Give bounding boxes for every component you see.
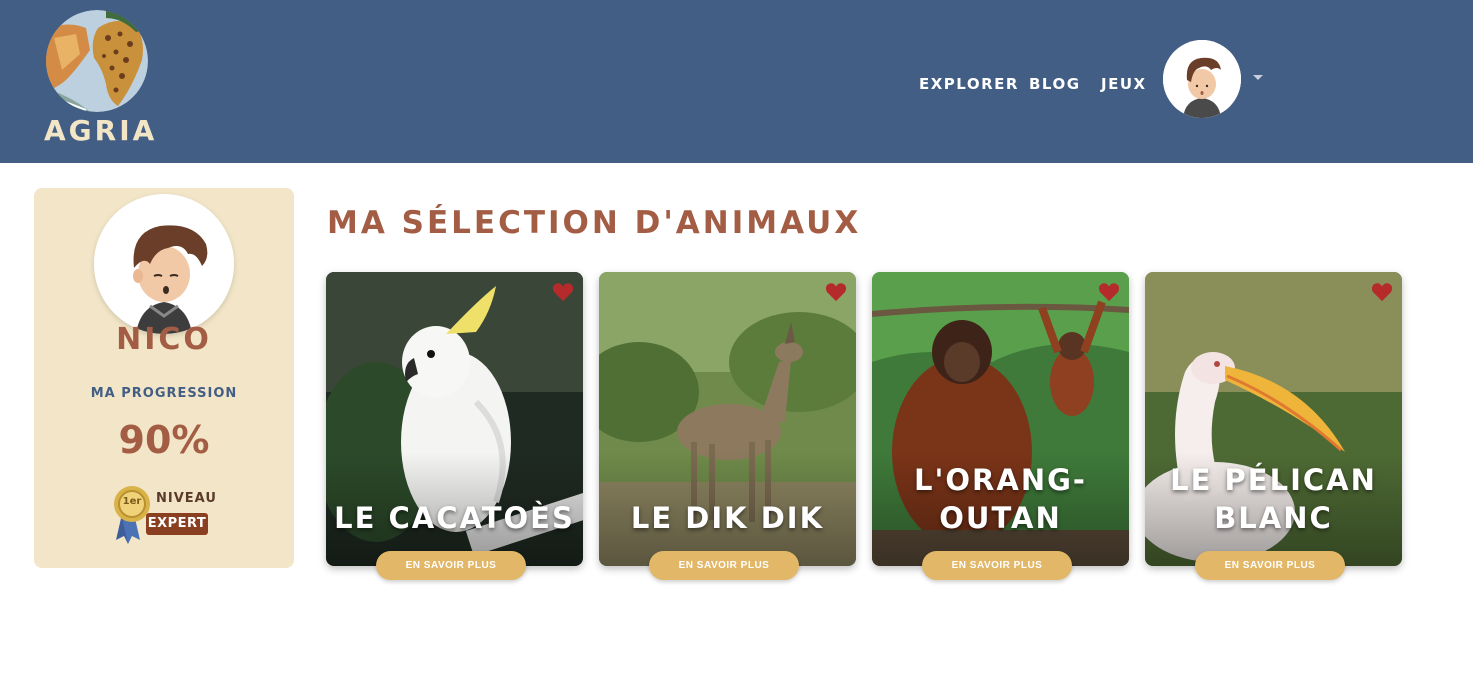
card-title-line2: OUTAN <box>939 501 1062 535</box>
learn-more-button[interactable]: EN SAVOIR PLUS <box>376 551 526 580</box>
profile-avatar-icon <box>94 194 234 334</box>
nav-jeux[interactable]: JEUX <box>1101 75 1147 93</box>
card-title-line1: LE PÉLICAN <box>1170 463 1377 497</box>
progress-value: 90% <box>118 418 210 462</box>
globe-africa-icon <box>46 10 148 112</box>
animal-card[interactable]: LE DIK DIK <box>599 272 856 566</box>
caret-down-icon[interactable] <box>1253 75 1263 80</box>
brand-name: AGRIA <box>44 114 158 147</box>
animal-card[interactable]: LE CACATOÈS <box>326 272 583 566</box>
profile-name: NICO <box>116 322 212 357</box>
user-avatar-icon[interactable] <box>1163 40 1241 118</box>
nav-blog[interactable]: BLOG <box>1029 75 1081 93</box>
heart-icon[interactable] <box>552 282 574 302</box>
page-title: MA SÉLECTION D'ANIMAUX <box>327 205 862 241</box>
learn-more-button[interactable]: EN SAVOIR PLUS <box>649 551 799 580</box>
heart-icon[interactable] <box>1098 282 1120 302</box>
profile-card: NICO MA PROGRESSION 90% 1er NIVEAU EXPER… <box>34 188 294 568</box>
card-title-line1: LE CACATOÈS <box>334 501 575 535</box>
card-title-line1: L'ORANG- <box>914 463 1087 497</box>
learn-more-button[interactable]: EN SAVOIR PLUS <box>1195 551 1345 580</box>
card-title-line2: BLANC <box>1214 501 1333 535</box>
badge-level-value: EXPERT <box>146 513 208 535</box>
nav-explorer[interactable]: EXPLORER <box>919 75 1019 93</box>
animal-card[interactable]: LE PÉLICAN BLANC <box>1145 272 1402 566</box>
learn-more-button[interactable]: EN SAVOIR PLUS <box>922 551 1072 580</box>
badge-rank: 1er <box>122 496 142 507</box>
brand-logo[interactable]: AGRIA <box>44 10 158 152</box>
heart-icon[interactable] <box>825 282 847 302</box>
heart-icon[interactable] <box>1371 282 1393 302</box>
animal-card[interactable]: L'ORANG- OUTAN <box>872 272 1129 566</box>
progress-label: MA PROGRESSION <box>90 386 238 401</box>
card-title-line1: LE DIK DIK <box>630 501 825 535</box>
badge-level-label: NIVEAU <box>156 491 217 506</box>
top-header: AGRIA EXPLORER BLOG JEUX <box>0 0 1473 163</box>
